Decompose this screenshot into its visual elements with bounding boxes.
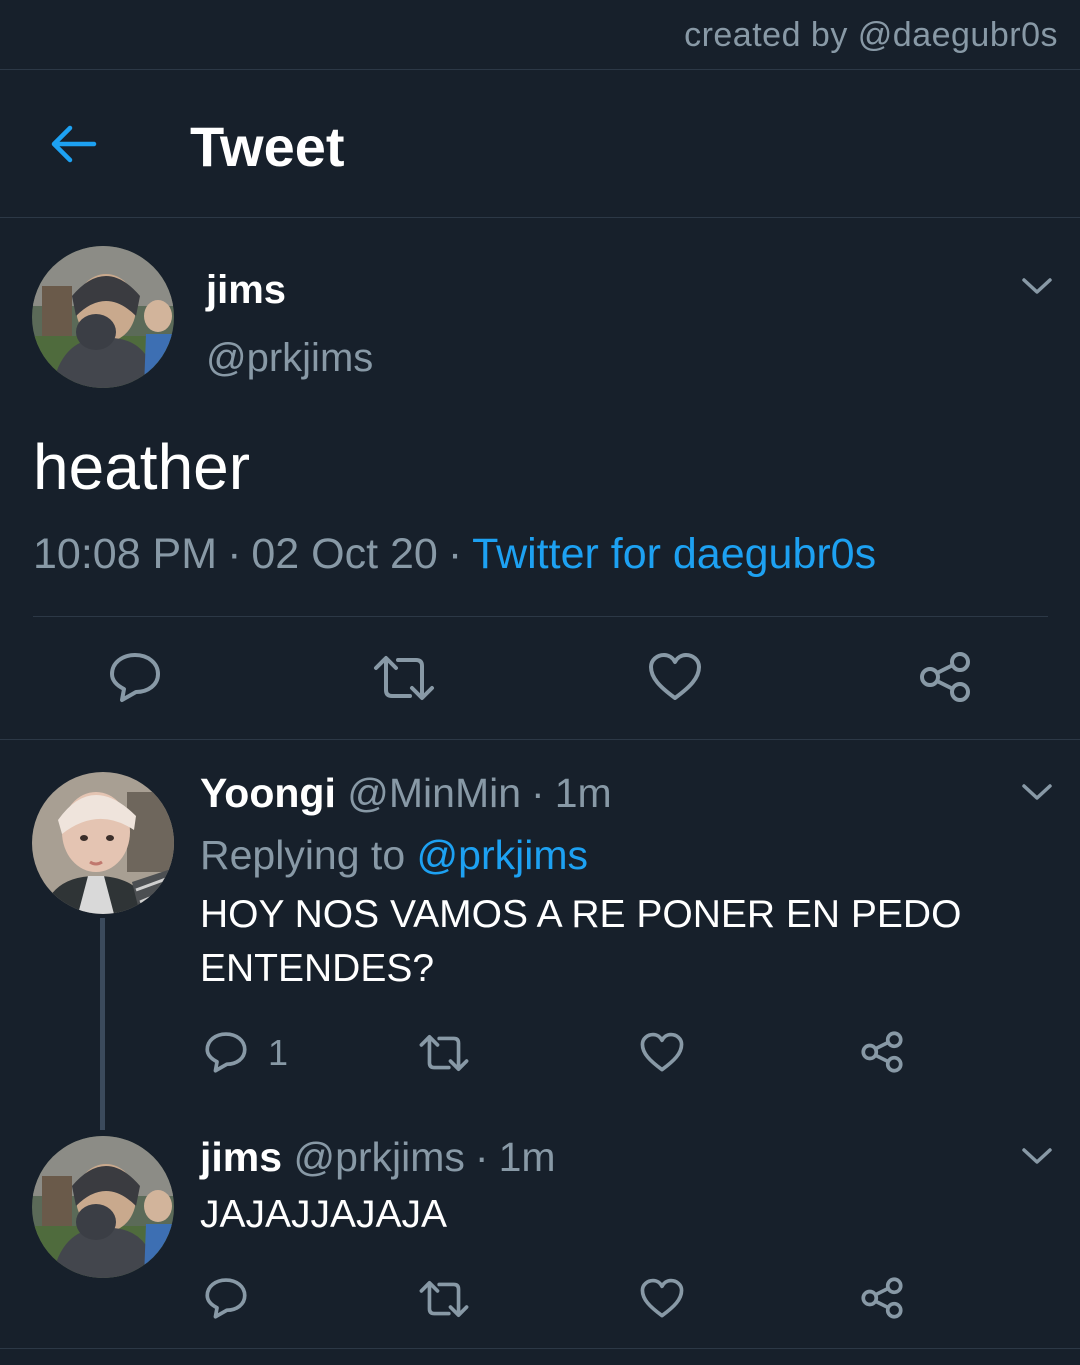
- tweet-detail-screen: created by @daegubr0s Tweet jims @prkjim…: [0, 0, 1080, 1365]
- chevron-down-icon[interactable]: [1020, 780, 1054, 804]
- reply-author-handle[interactable]: @prkjims: [293, 1134, 464, 1180]
- share-icon[interactable]: [918, 650, 972, 709]
- reply-icon[interactable]: [204, 1030, 248, 1079]
- reply-icon[interactable]: [108, 650, 162, 709]
- tweet-meta: 10:08 PM · 02 Oct 20 · Twitter for daegubr0s: [33, 530, 876, 579]
- avatar[interactable]: [32, 246, 174, 388]
- replying-to-line: Replying to @prkjims: [200, 832, 588, 879]
- mention-link[interactable]: @prkjims: [417, 832, 588, 878]
- back-arrow-icon[interactable]: [48, 118, 100, 170]
- like-icon[interactable]: [648, 652, 702, 707]
- like-icon[interactable]: [640, 1032, 684, 1078]
- tweet-time: 10:08 PM: [33, 530, 218, 578]
- avatar[interactable]: [32, 772, 174, 914]
- reply-age: 1m: [498, 1134, 556, 1180]
- share-icon[interactable]: [860, 1276, 904, 1325]
- chevron-down-icon[interactable]: [1020, 274, 1054, 298]
- replying-to-label: Replying to: [200, 832, 406, 878]
- like-icon[interactable]: [640, 1278, 684, 1324]
- tweet-text: heather: [33, 431, 251, 503]
- meta-separator: ·: [447, 530, 463, 578]
- author-handle[interactable]: @prkjims: [206, 336, 373, 381]
- credit-text: created by @daegubr0s: [684, 16, 1058, 54]
- share-icon[interactable]: [860, 1030, 904, 1079]
- author-name[interactable]: jims: [206, 268, 286, 313]
- reply-header: Yoongi @MinMin · 1m: [200, 770, 612, 817]
- retweet-icon[interactable]: [418, 1278, 470, 1325]
- credit-bar: created by @daegubr0s: [0, 0, 1080, 70]
- header-separator: ·: [474, 1134, 489, 1180]
- reply-icon[interactable]: [204, 1276, 248, 1325]
- reply-text: HOY NOS VAMOS A RE PONER EN PEDO ENTENDE…: [200, 893, 962, 990]
- reply-text: JAJAJJAJAJA: [200, 1193, 448, 1236]
- reply-author-name[interactable]: jims: [200, 1134, 282, 1180]
- reply-age: 1m: [554, 770, 612, 816]
- reply-author-handle[interactable]: @MinMin: [347, 770, 521, 816]
- top-app-bar: Tweet: [0, 70, 1080, 218]
- header-separator: ·: [531, 770, 545, 816]
- divider: [33, 616, 1048, 617]
- tweet-date: 02 Oct 20: [251, 530, 438, 578]
- retweet-icon[interactable]: [372, 652, 436, 709]
- chevron-down-icon[interactable]: [1020, 1144, 1054, 1168]
- avatar[interactable]: [32, 1136, 174, 1278]
- thread-line: [100, 918, 105, 1130]
- divider: [0, 1348, 1080, 1349]
- retweet-icon[interactable]: [418, 1032, 470, 1079]
- reply-header: jims @prkjims · 1m: [200, 1134, 556, 1181]
- page-title: Tweet: [190, 115, 345, 178]
- main-tweet: jims @prkjims heather 10:08 PM · 02 Oct 20…: [0, 218, 1080, 740]
- meta-separator: ·: [227, 530, 242, 578]
- reply-count: 1: [268, 1032, 289, 1073]
- tweet-source-link[interactable]: Twitter for daegubr0s: [472, 530, 876, 578]
- reply-author-name[interactable]: Yoongi: [200, 770, 336, 816]
